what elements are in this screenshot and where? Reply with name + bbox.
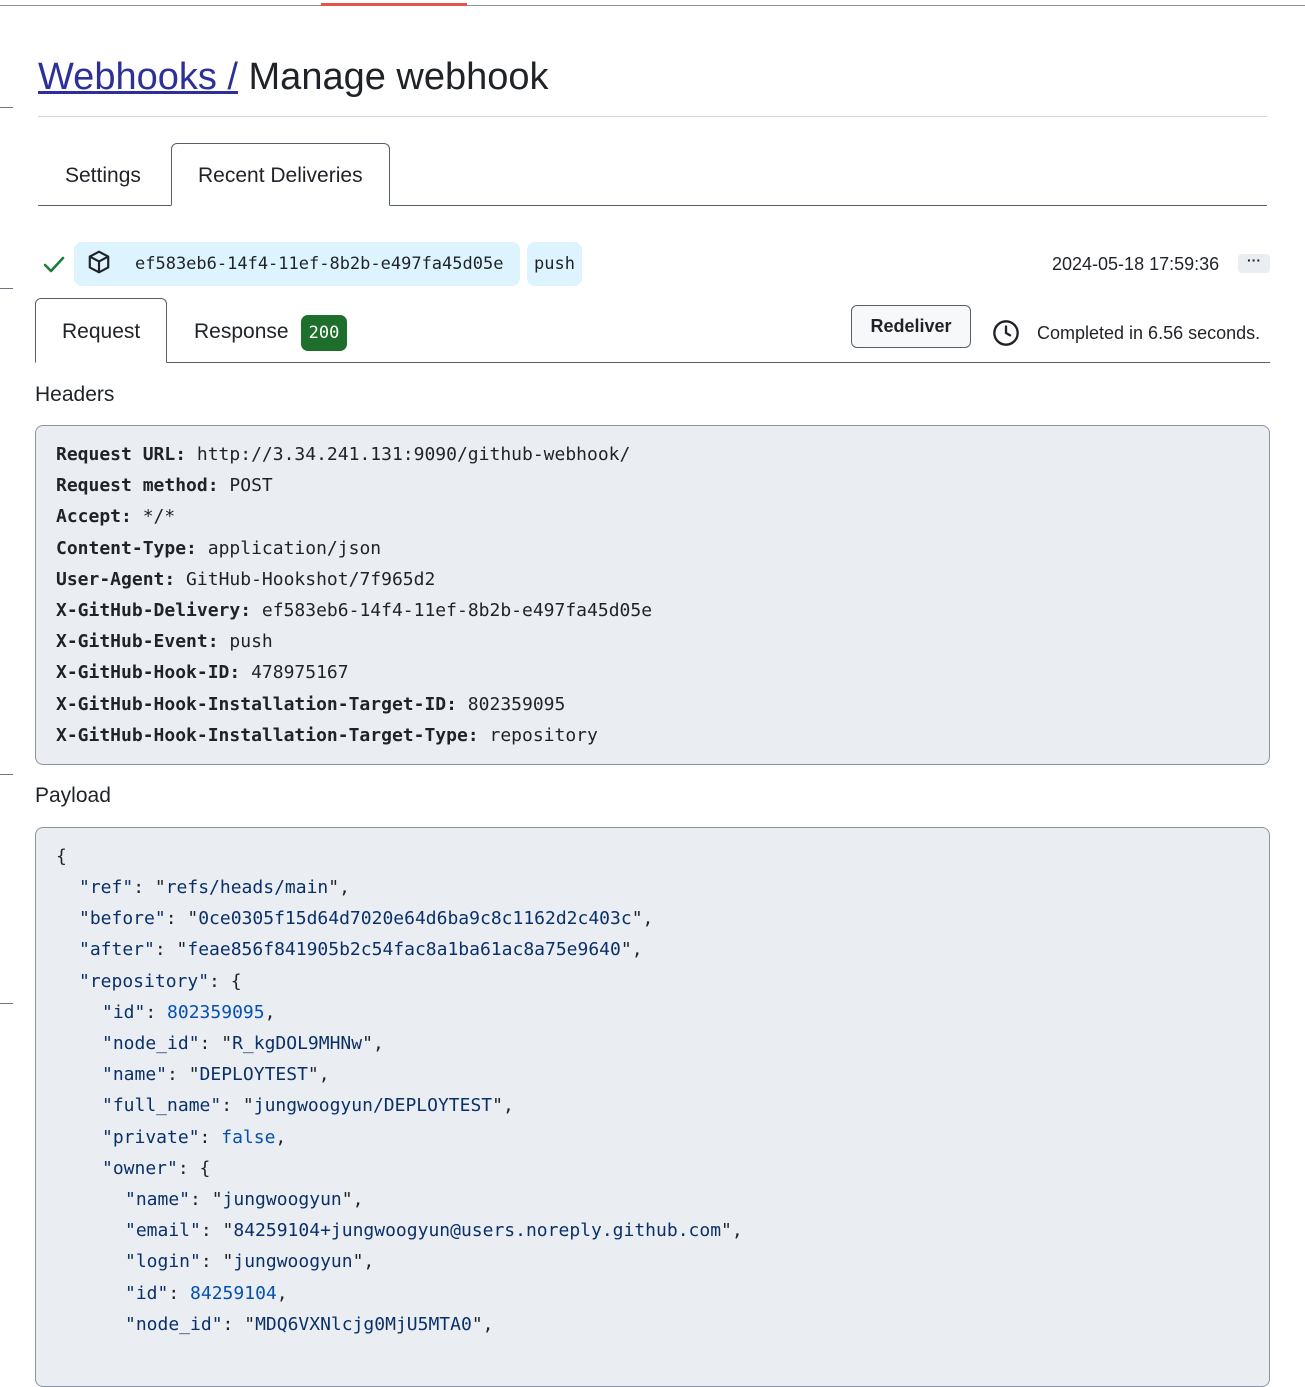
tab-response[interactable]: Response bbox=[194, 318, 289, 346]
json-value: R_kgDOL9MHNw bbox=[232, 1033, 363, 1054]
tab-request[interactable]: Request bbox=[62, 318, 140, 346]
header-line: User-Agent: GitHub-Hookshot/7f965d2 bbox=[56, 568, 435, 592]
headers-heading: Headers bbox=[35, 383, 115, 406]
page-title: Webhooks / Manage webhook bbox=[38, 52, 549, 102]
header-value: GitHub-Hookshot/7f965d2 bbox=[175, 569, 436, 590]
header-value: POST bbox=[218, 475, 273, 496]
title-divider bbox=[38, 116, 1267, 117]
top-divider bbox=[0, 5, 1305, 6]
json-line: "id": 802359095, bbox=[102, 1002, 276, 1023]
package-icon bbox=[88, 250, 110, 274]
header-value: 802359095 bbox=[456, 694, 566, 715]
header-value: */* bbox=[131, 506, 176, 527]
header-line: X-GitHub-Hook-Installation-Target-ID: 80… bbox=[56, 693, 565, 717]
headers-code-block: Request URL: http://3.34.241.131:9090/gi… bbox=[35, 425, 1270, 765]
header-line: Content-Type: application/json bbox=[56, 537, 381, 561]
json-line: "owner": { bbox=[102, 1158, 211, 1179]
detail-tabs-divider bbox=[35, 362, 1270, 363]
json-line: "name": "jungwoogyun", bbox=[125, 1189, 364, 1210]
delivery-guid[interactable]: ef583eb6-14f4-11ef-8b2b-e497fa45d05e bbox=[135, 253, 503, 275]
json-line: "private": false, bbox=[102, 1127, 287, 1148]
check-icon bbox=[43, 256, 65, 273]
tab-recent-deliveries[interactable]: Recent Deliveries bbox=[198, 162, 363, 190]
left-edge-tick bbox=[0, 1003, 13, 1004]
json-line: "full_name": "jungwoogyun/DEPLOYTEST", bbox=[102, 1095, 514, 1116]
header-line: X-GitHub-Hook-ID: 478975167 bbox=[56, 661, 349, 685]
json-line: "ref": "refs/heads/main", bbox=[79, 877, 350, 898]
header-line: Request method: POST bbox=[56, 474, 273, 498]
json-value: 84259104 bbox=[190, 1283, 277, 1304]
delivery-event: push bbox=[534, 254, 575, 274]
header-key: X-GitHub-Hook-ID: bbox=[56, 662, 241, 683]
header-line: X-GitHub-Hook-Installation-Target-Type: … bbox=[56, 724, 598, 748]
json-line: "after": "feae856f841905b2c54fac8a1ba61a… bbox=[79, 939, 643, 960]
json-line: "login": "jungwoogyun", bbox=[125, 1251, 375, 1272]
header-key: User-Agent: bbox=[56, 569, 176, 590]
breadcrumb-webhooks-link[interactable]: Webhooks / bbox=[38, 56, 238, 98]
json-line: "node_id": "R_kgDOL9MHNw", bbox=[102, 1033, 384, 1054]
json-value: feae856f841905b2c54fac8a1ba61ac8a75e9640 bbox=[187, 939, 621, 960]
left-edge-tick bbox=[0, 107, 13, 108]
header-key: Content-Type: bbox=[56, 538, 197, 559]
header-key: Accept: bbox=[56, 506, 132, 527]
json-value: DEPLOYTEST bbox=[199, 1064, 308, 1085]
active-nav-indicator bbox=[321, 3, 467, 6]
completed-duration: Completed in 6.56 seconds. bbox=[1037, 323, 1261, 343]
json-value: refs/heads/main bbox=[165, 877, 329, 898]
header-key: Request URL: bbox=[56, 444, 187, 465]
header-value: application/json bbox=[196, 538, 382, 559]
breadcrumb-current: Manage webhook bbox=[248, 56, 549, 98]
json-value: false bbox=[221, 1127, 276, 1148]
json-value: jungwoogyun/DEPLOYTEST bbox=[253, 1095, 493, 1116]
delivery-timestamp: 2024-05-18 17:59:36 bbox=[1052, 254, 1220, 274]
json-line: "before": "0ce0305f15d64d7020e64d6ba9c8c… bbox=[79, 908, 654, 929]
header-value: 478975167 bbox=[240, 662, 349, 683]
tab-settings[interactable]: Settings bbox=[65, 162, 141, 190]
json-line: "repository": { bbox=[79, 971, 242, 992]
header-value: push bbox=[218, 631, 273, 652]
json-line: "id": 84259104, bbox=[125, 1283, 288, 1304]
header-value: ef583eb6-14f4-11ef-8b2b-e497fa45d05e bbox=[251, 600, 653, 621]
left-edge-tick bbox=[0, 288, 13, 289]
header-key: X-GitHub-Delivery: bbox=[56, 600, 252, 621]
json-line: "name": "DEPLOYTEST", bbox=[102, 1064, 330, 1085]
header-line: Accept: */* bbox=[56, 505, 175, 529]
left-edge-tick bbox=[0, 774, 13, 775]
json-value: MDQ6VXNlcjg0MjU5MTA0 bbox=[255, 1314, 472, 1335]
response-status-badge: 200 bbox=[301, 315, 347, 351]
clock-icon bbox=[993, 320, 1019, 346]
header-value: http://3.34.241.131:9090/github-webhook/ bbox=[186, 444, 631, 465]
more-options-button[interactable]: ··· bbox=[1238, 253, 1270, 273]
json-value: 84259104+jungwoogyun@users.noreply.githu… bbox=[233, 1220, 722, 1241]
header-line: Request URL: http://3.34.241.131:9090/gi… bbox=[56, 443, 630, 467]
header-line: X-GitHub-Delivery: ef583eb6-14f4-11ef-8b… bbox=[56, 599, 652, 623]
json-value: 0ce0305f15d64d7020e64d6ba9c8c1162d2c403c bbox=[198, 908, 632, 929]
header-key: X-GitHub-Hook-Installation-Target-Type: bbox=[56, 725, 479, 746]
json-value: 802359095 bbox=[167, 1002, 265, 1023]
json-value: jungwoogyun bbox=[233, 1251, 353, 1272]
header-value: repository bbox=[478, 725, 598, 746]
redeliver-button[interactable]: Redeliver bbox=[851, 305, 971, 348]
header-key: Request method: bbox=[56, 475, 219, 496]
json-open-brace: { bbox=[56, 846, 67, 867]
payload-heading: Payload bbox=[35, 784, 111, 807]
header-key: X-GitHub-Event: bbox=[56, 631, 219, 652]
header-key: X-GitHub-Hook-Installation-Target-ID: bbox=[56, 694, 457, 715]
header-line: X-GitHub-Event: push bbox=[56, 630, 273, 654]
json-line: "node_id": "MDQ6VXNlcjg0MjU5MTA0", bbox=[125, 1314, 494, 1335]
json-value: jungwoogyun bbox=[222, 1189, 342, 1210]
json-line: "email": "84259104+jungwoogyun@users.nor… bbox=[125, 1220, 743, 1241]
payload-code-block: { "ref": "refs/heads/main", "before": "0… bbox=[35, 827, 1270, 1387]
